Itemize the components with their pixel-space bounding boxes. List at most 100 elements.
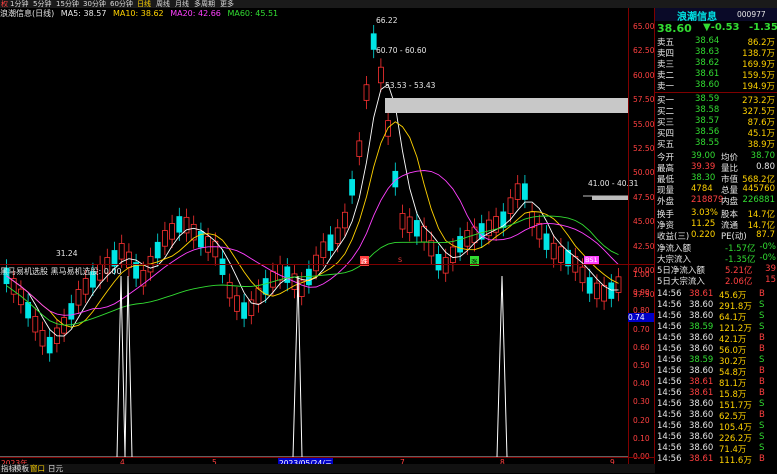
quote-panel: 浪潮信息 000977 38.60 ▼-0.53 -1.35% 卖五38.648… (655, 8, 777, 473)
tick-price: 38.60 (689, 421, 714, 431)
stat-value: 0.80 (756, 162, 775, 172)
candle (536, 214, 543, 248)
tick-side: B (759, 410, 765, 420)
tick-row: 14:56 38.59 30.2万 S (655, 355, 777, 367)
stat-key: PE(动) (721, 232, 747, 242)
candle (377, 58, 384, 92)
candle (457, 227, 464, 261)
asks-row[interactable]: 卖五 38.64 86.2万 (655, 36, 777, 48)
stat-row: 最低 38.30 市值 568.2亿 (655, 173, 777, 185)
bottom-item-2[interactable]: 窗口 (30, 463, 45, 474)
tick-price: 38.60 (689, 300, 714, 310)
stat-row: 换手 3.03% 股本 14.7亿 (655, 208, 777, 220)
tick-price: 38.61 (689, 289, 714, 299)
stat-value: 38.30 (691, 173, 716, 183)
flow-extra: 15 (765, 275, 776, 285)
stat-key: 收益(三) (657, 232, 690, 242)
tick-side: S (759, 443, 765, 453)
bids-row[interactable]: 买一 38.59 273.2万 (655, 94, 777, 106)
marker-s: S (398, 256, 403, 264)
top-toolbar: 权 1分钟 5分钟 15分钟 30分钟 60分钟 日线 周线 月线 多周期 更多 (0, 0, 777, 8)
indicator-spike-3 (496, 275, 508, 458)
tick-time: 14:56 (657, 421, 682, 431)
bottom-toolbar: 指标 模板 窗口 日元 (0, 464, 655, 473)
stat-row: 净资 11.25 流通 14.7亿 (655, 219, 777, 231)
candle (529, 203, 535, 237)
tick-price: 38.61 (689, 377, 714, 387)
bottom-item-1[interactable]: 模板 (14, 463, 29, 474)
tick-row: 14:56 38.60 151.7万 S (655, 399, 777, 411)
tick-price: 38.60 (689, 410, 714, 420)
bids-row[interactable]: 买三 38.57 87.6万 (655, 116, 777, 128)
tick-side: S (759, 421, 765, 431)
bids-price: 38.57 (695, 116, 720, 126)
price-tick-label: 50.00 (633, 168, 655, 178)
bids-price: 38.58 (695, 105, 720, 115)
tick-time: 14:56 (657, 399, 682, 409)
tick-row: 14:56 38.60 54.8万 B (655, 366, 777, 378)
price-tick-label: 60.00 (633, 70, 655, 80)
asks-row[interactable]: 卖一 38.60 194.9万 (655, 80, 777, 92)
price-tick-label: 42.50 (633, 241, 655, 251)
highlight-band (385, 98, 628, 113)
tick-side: B (759, 454, 765, 464)
indicator-tick-label: 0.30 (633, 397, 650, 407)
tick-time: 14:56 (657, 344, 682, 354)
bids-row[interactable]: 买四 38.56 45.1万 (655, 127, 777, 139)
candle (320, 233, 327, 267)
tick-row: 14:56 38.60 226.2万 S (655, 432, 777, 444)
stat-value: 39.00 (691, 151, 716, 161)
indicator-spike-1 (116, 275, 133, 458)
asks-volume: 194.9万 (742, 82, 775, 92)
quote-header: 浪潮信息 000977 (655, 8, 777, 23)
stat-value: 11.25 (691, 219, 716, 229)
indicator-tick-label: 0.20 (633, 415, 650, 425)
asks-price: 38.64 (695, 36, 720, 46)
asks-row[interactable]: 卖三 38.62 169.9万 (655, 58, 777, 70)
bids-row[interactable]: 买五 38.55 38.9万 (655, 138, 777, 150)
tick-time: 14:56 (657, 355, 682, 365)
tick-side: B (759, 289, 765, 299)
indicator-tick-label: 1.00 (633, 270, 650, 279)
price-change: ▼-0.53 (703, 22, 740, 33)
price-tick-label: 62.50 (633, 46, 655, 56)
bids-row[interactable]: 买二 38.58 327.5万 (655, 105, 777, 117)
bids-price: 38.56 (695, 127, 720, 137)
marker-bs1: BS1 (584, 256, 599, 264)
candle (522, 175, 528, 209)
stat-value: 445760 (742, 184, 775, 194)
stat-key: 外盘 (657, 197, 675, 207)
candle (349, 170, 356, 204)
high-annotation: 66.22 (376, 16, 398, 25)
tick-price: 38.60 (689, 443, 714, 453)
asks-row[interactable]: 卖四 38.63 138.7万 (655, 47, 777, 59)
bottom-item-3[interactable]: 日元 (48, 463, 63, 474)
tick-time: 14:56 (657, 300, 682, 310)
range2-annotation: 53.53 - 53.43 (385, 81, 436, 90)
bids-label: 买五 (657, 140, 675, 150)
indicator-chart[interactable] (0, 264, 655, 464)
stat-value: 3.03% (691, 208, 719, 218)
candle (341, 203, 348, 237)
asks-price: 38.60 (695, 80, 720, 90)
tick-side: S (759, 300, 765, 310)
asks-row[interactable]: 卖二 38.61 159.5万 (655, 69, 777, 81)
tick-price: 38.60 (689, 311, 714, 321)
indicator-tick-label: 0.90 (633, 288, 650, 298)
tick-time: 14:56 (657, 432, 682, 442)
flow-row: 净流入额 -1.57亿 -0% (655, 242, 777, 254)
stat-row: 外盘 218879 内盘 226881 (655, 195, 777, 207)
indicator-tick-label: 0.60 (633, 342, 650, 352)
tick-side: B (759, 366, 765, 376)
tick-time: 14:56 (657, 377, 682, 387)
candle (183, 208, 190, 242)
indicator-current-value: 0.74 (628, 313, 654, 322)
candle (205, 227, 212, 261)
candle (406, 208, 413, 242)
range3-annotation: 41.00 - 40.31 (588, 179, 639, 188)
tick-side: B (759, 344, 765, 354)
last-price: 38.60 (657, 22, 692, 35)
tick-row: 14:56 38.61 81.1万 B (655, 377, 777, 389)
tick-row: 14:56 38.61 111.6万 B (655, 454, 777, 466)
candle (197, 222, 204, 256)
